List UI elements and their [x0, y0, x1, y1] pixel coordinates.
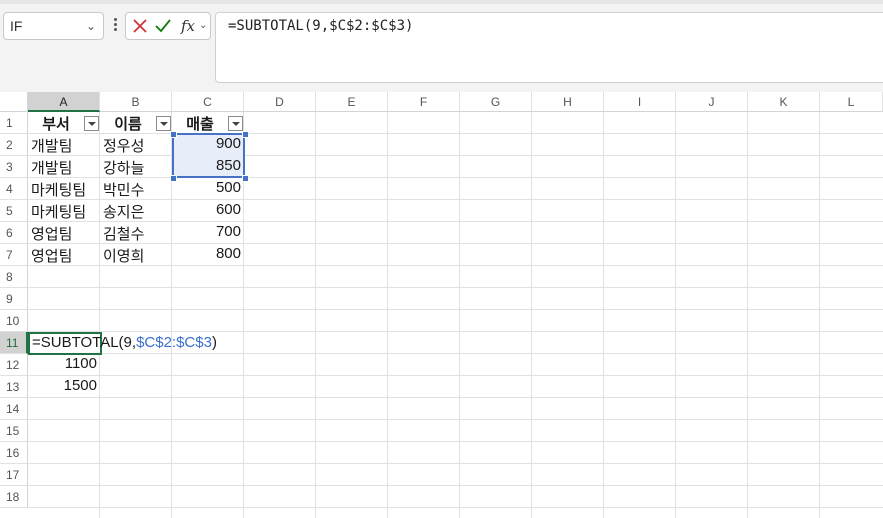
- row-header-15[interactable]: 15: [0, 420, 28, 442]
- column-gridline: [459, 112, 460, 518]
- table-cell[interactable]: 마케팅팀: [28, 179, 100, 200]
- row-header-14[interactable]: 14: [0, 398, 28, 420]
- filter-dropdown-icon[interactable]: [228, 116, 243, 131]
- select-all-corner[interactable]: [0, 92, 28, 112]
- column-header-d[interactable]: D: [244, 92, 316, 112]
- column-gridline: [603, 112, 604, 518]
- row-header-9[interactable]: 9: [0, 288, 28, 310]
- table-cell[interactable]: 900: [172, 135, 244, 156]
- row-header-7[interactable]: 7: [0, 244, 28, 266]
- row-header-5[interactable]: 5: [0, 200, 28, 222]
- row-header-8[interactable]: 8: [0, 266, 28, 288]
- row-gridline: [28, 397, 883, 398]
- name-box-input[interactable]: [10, 13, 80, 39]
- table-cell[interactable]: 송지은: [100, 201, 172, 222]
- table-cell[interactable]: 개발팀: [28, 135, 100, 156]
- column-header-e[interactable]: E: [316, 92, 388, 112]
- table-cell[interactable]: 마케팅팀: [28, 201, 100, 222]
- column-header-f[interactable]: F: [388, 92, 460, 112]
- row-header-6[interactable]: 6: [0, 222, 28, 244]
- x-icon[interactable]: [130, 16, 150, 36]
- chevron-down-icon[interactable]: ⌄: [199, 18, 209, 34]
- row-header-16[interactable]: 16: [0, 442, 28, 464]
- row-gridline: [28, 507, 883, 508]
- column-gridline: [531, 112, 532, 518]
- column-gridline: [315, 112, 316, 518]
- row-header-1[interactable]: 1: [0, 112, 28, 134]
- column-header-i[interactable]: I: [604, 92, 676, 112]
- top-divider: [0, 0, 883, 4]
- result-cell-a12[interactable]: 1100: [28, 355, 100, 376]
- formula-bar-area: ⌄ fx ⌄ =SUBTOTAL(9,$C$2:$C$3): [0, 0, 883, 92]
- row-header-2[interactable]: 2: [0, 134, 28, 156]
- column-header-j[interactable]: J: [676, 92, 748, 112]
- more-options-icon[interactable]: [111, 16, 119, 36]
- row-gridline: [28, 375, 883, 376]
- row-gridline: [28, 331, 883, 332]
- formula-buttons: fx ⌄: [125, 12, 211, 40]
- column-gridline: [387, 112, 388, 518]
- row-gridline: [28, 309, 883, 310]
- row-header-13[interactable]: 13: [0, 376, 28, 398]
- table-cell[interactable]: 김철수: [100, 223, 172, 244]
- column-gridline: [819, 112, 820, 518]
- row-gridline: [28, 419, 883, 420]
- column-header-h[interactable]: H: [532, 92, 604, 112]
- row-header-18[interactable]: 18: [0, 486, 28, 508]
- formula-suffix: ): [211, 334, 217, 351]
- formula-input[interactable]: =SUBTOTAL(9,$C$2:$C$3): [215, 12, 883, 83]
- formula-prefix: =SUBTOTAL(9,: [32, 334, 137, 351]
- column-header-g[interactable]: G: [460, 92, 532, 112]
- row-header-3[interactable]: 3: [0, 156, 28, 178]
- row-gridline: [28, 287, 883, 288]
- table-cell[interactable]: 정우성: [100, 135, 172, 156]
- insert-function-button[interactable]: fx: [177, 15, 199, 37]
- table-cell[interactable]: 박민수: [100, 179, 172, 200]
- filter-dropdown-icon[interactable]: [156, 116, 171, 131]
- cell-edit-formula[interactable]: =SUBTOTAL(9,$C$2:$C$3): [32, 334, 217, 355]
- table-cell[interactable]: 800: [172, 245, 244, 266]
- table-cell[interactable]: 영업팀: [28, 223, 100, 244]
- column-header-k[interactable]: K: [748, 92, 820, 112]
- row-header-12[interactable]: 12: [0, 354, 28, 376]
- table-cell[interactable]: 이영희: [100, 245, 172, 266]
- formula-range-reference: $C$2:$C$3: [136, 334, 212, 351]
- chevron-down-icon[interactable]: ⌄: [84, 18, 98, 34]
- check-icon[interactable]: [153, 16, 173, 36]
- row-gridline: [28, 485, 883, 486]
- row-header-4[interactable]: 4: [0, 178, 28, 200]
- column-header-l[interactable]: L: [820, 92, 883, 112]
- table-cell[interactable]: 600: [172, 201, 244, 222]
- column-gridline: [747, 112, 748, 518]
- column-header-c[interactable]: C: [172, 92, 244, 112]
- filter-dropdown-icon[interactable]: [84, 116, 99, 131]
- column-header-b[interactable]: B: [100, 92, 172, 112]
- table-cell[interactable]: 영업팀: [28, 245, 100, 266]
- column-header-a[interactable]: A: [28, 92, 100, 112]
- name-box[interactable]: ⌄: [3, 12, 104, 40]
- table-cell[interactable]: 개발팀: [28, 157, 100, 178]
- table-cell[interactable]: 700: [172, 223, 244, 244]
- result-cell-a13[interactable]: 1500: [28, 377, 100, 398]
- row-header-10[interactable]: 10: [0, 310, 28, 332]
- row-gridline: [28, 463, 883, 464]
- row-header-17[interactable]: 17: [0, 464, 28, 486]
- column-gridline: [675, 112, 676, 518]
- table-cell[interactable]: 강하늘: [100, 157, 172, 178]
- table-cell[interactable]: 850: [172, 157, 244, 178]
- row-header-11[interactable]: 11: [0, 332, 28, 354]
- formula-text[interactable]: =SUBTOTAL(9,$C$2:$C$3): [228, 18, 413, 34]
- table-cell[interactable]: 500: [172, 179, 244, 200]
- row-gridline: [28, 441, 883, 442]
